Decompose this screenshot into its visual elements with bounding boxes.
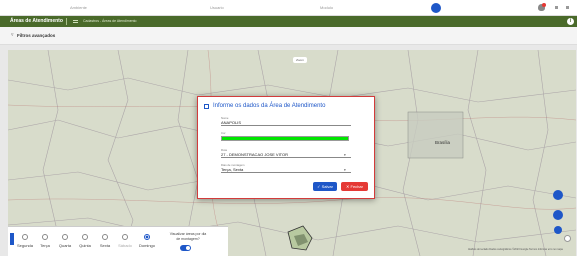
save-button-label: Salvar [321,184,333,189]
toggle-knob [186,246,190,250]
day-radio [122,234,128,240]
day-radio[interactable] [42,234,48,240]
day-option-segunda[interactable]: Segunda [16,234,34,248]
map-location-icon[interactable] [553,210,563,220]
day-label: Segunda [16,243,33,248]
notification-badge [542,3,546,7]
save-button[interactable]: ✓ Salvar [313,182,337,191]
day-label: Domingo [138,243,155,248]
environment-label: Ambiente [70,5,87,10]
day-radio[interactable] [82,234,88,240]
filters-label[interactable]: Filtros avançados [17,33,55,38]
header-divider [66,18,67,25]
highlighted-region[interactable] [407,111,464,159]
day-radio[interactable] [22,234,28,240]
minimize-icon[interactable] [555,6,558,9]
day-option-quarta[interactable]: Quarta [56,234,74,248]
color-picker[interactable] [221,136,349,141]
day-option-domingo[interactable]: Domingo [138,234,156,248]
map-layers-icon[interactable] [553,190,563,200]
close-button[interactable]: ✕ Fechar [341,182,368,191]
breadcrumb[interactable]: Cadastros - Áreas de Atendimento [83,19,137,23]
top-bar: Ambiente Usuario Modulo [0,0,577,16]
visualize-by-day-label: Visualizar áreas por dia de montagem? [169,232,207,241]
info-icon[interactable]: i [567,18,574,25]
route-select[interactable]: 27 - DEMONSTRACAO JOSE VITOR [221,152,351,158]
map-zoom-control[interactable] [564,235,571,242]
day-option-terca[interactable]: Terça [36,234,54,248]
day-option-quinta[interactable]: Quinta [76,234,94,248]
day-radio[interactable] [62,234,68,240]
day-option-sabado: Sábado [116,234,134,248]
color-label: Cor [221,131,226,135]
map-draw-icon[interactable] [554,226,562,234]
assembly-days-select[interactable]: Terça, Sexta [221,167,351,173]
page-header: Áreas de Atendimento Cadastros - Áreas d… [0,16,577,27]
day-selector-panel: Segunda Terça Quarta Quinta Sexta Sábado… [8,226,228,256]
page-title: Áreas de Atendimento [10,18,63,24]
map-city-label: Brasília [435,140,451,145]
filter-icon[interactable]: ▿ [11,32,14,38]
user-label: Usuario [210,5,224,10]
day-label: Quarta [58,243,72,248]
day-label: Sexta [99,243,111,248]
day-radio[interactable] [144,234,150,240]
day-label: Terça [40,243,50,248]
name-field[interactable]: ANAPOLIS [221,120,351,126]
map-attribution[interactable]: Atalhos do teclado Dados cartográficos ©… [468,248,563,251]
day-radio[interactable] [102,234,108,240]
filters-bar[interactable]: ▿ Filtros avançados [0,27,577,45]
day-label: Quinta [79,243,91,248]
module-label: Modulo [320,5,334,10]
map-zoom-hint[interactable]: Zoom [293,57,307,63]
chevron-down-icon[interactable]: ▾ [344,168,346,172]
chevron-down-icon[interactable]: ▾ [344,153,346,157]
close-button-label: Fechar [350,184,363,189]
edit-icon [204,104,209,109]
app-logo-icon[interactable] [431,3,441,13]
day-option-sexta[interactable]: Sexta [96,234,114,248]
panel-accent-bar [10,233,14,245]
close-window-icon[interactable] [566,6,569,9]
menu-icon[interactable] [73,20,78,23]
service-area-dialog: Informe os dados da Área de Atendimento … [197,96,375,199]
day-label: Sábado [118,243,132,248]
dialog-title: Informe os dados da Área de Atendimento [213,103,326,109]
